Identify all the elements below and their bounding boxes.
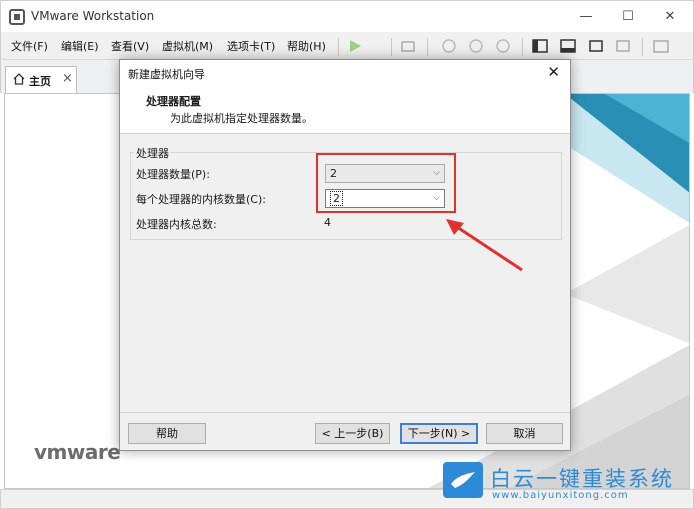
watermark-bird-icon <box>443 462 483 498</box>
tab-home[interactable]: 主页 × <box>5 66 77 93</box>
total-cores-value: 4 <box>324 216 331 229</box>
vmware-logo: vmware <box>34 440 121 464</box>
power-on-icon[interactable] <box>346 37 370 55</box>
page-subtitle: 为此虚拟机指定处理器数量。 <box>170 112 313 125</box>
library-view-icon[interactable] <box>531 37 549 55</box>
menu-file[interactable]: 文件(F) <box>11 38 48 54</box>
app-title: VMware Workstation <box>31 9 155 23</box>
watermark-url: www.baiyunxitong.com <box>492 490 629 501</box>
total-cores-label: 处理器内核总数: <box>136 218 217 231</box>
toolbar-separator <box>427 38 428 56</box>
home-icon <box>12 72 26 89</box>
send-keys-icon[interactable] <box>399 37 417 55</box>
button-row-divider <box>120 412 570 413</box>
help-button[interactable]: 帮助 <box>128 423 206 444</box>
tab-home-label: 主页 <box>29 75 51 88</box>
unity-icon[interactable] <box>614 37 632 55</box>
back-button[interactable]: < 上一步(B) <box>315 423 390 444</box>
toolbar-separator <box>338 38 339 56</box>
menu-view[interactable]: 查看(V) <box>111 38 149 54</box>
cores-per-processor-label: 每个处理器的内核数量(C): <box>136 193 266 206</box>
vmware-app-icon <box>9 9 25 25</box>
menu-bar: 文件(F) 编辑(E) 查看(V) 虚拟机(M) 选项卡(T) 帮助(H) <box>0 32 694 60</box>
menu-edit[interactable]: 编辑(E) <box>61 38 99 54</box>
toolbar-separator <box>522 38 523 56</box>
tab-close-icon[interactable]: × <box>62 71 73 86</box>
menu-help[interactable]: 帮助(H) <box>287 38 326 54</box>
revert-snapshot-icon[interactable] <box>467 37 485 55</box>
annotation-arrow-icon <box>446 219 523 272</box>
maximize-button[interactable]: ☐ <box>611 5 645 29</box>
next-button[interactable]: 下一步(N) > <box>400 423 478 444</box>
processor-group-label: 处理器 <box>134 145 171 161</box>
full-screen-icon[interactable] <box>587 37 605 55</box>
cancel-button[interactable]: 取消 <box>486 423 563 444</box>
watermark-title: 白云一键重装系统 <box>490 467 674 491</box>
minimize-button[interactable]: — <box>569 5 603 29</box>
close-window-button[interactable]: ✕ <box>653 5 687 29</box>
menu-vm[interactable]: 虚拟机(M) <box>162 38 213 54</box>
preferences-icon[interactable] <box>652 37 670 55</box>
snapshot-manager-icon[interactable] <box>494 37 512 55</box>
page-title: 处理器配置 <box>146 95 201 108</box>
dialog-close-button[interactable]: ✕ <box>547 63 560 81</box>
dialog-titlebar: 新建虚拟机向导 ✕ <box>120 60 570 86</box>
snapshot-icon[interactable] <box>440 37 458 55</box>
toolbar-separator <box>642 38 643 56</box>
processor-count-label: 处理器数量(P): <box>136 168 210 181</box>
menu-tabs[interactable]: 选项卡(T) <box>227 38 275 54</box>
dialog-header: 处理器配置 为此虚拟机指定处理器数量。 <box>120 86 570 134</box>
toolbar-separator <box>391 38 392 56</box>
app-titlebar: VMware Workstation — ☐ ✕ <box>0 0 694 32</box>
console-view-icon[interactable] <box>559 37 577 55</box>
annotation-highlight-box <box>316 153 456 213</box>
dialog-title: 新建虚拟机向导 <box>128 68 205 81</box>
